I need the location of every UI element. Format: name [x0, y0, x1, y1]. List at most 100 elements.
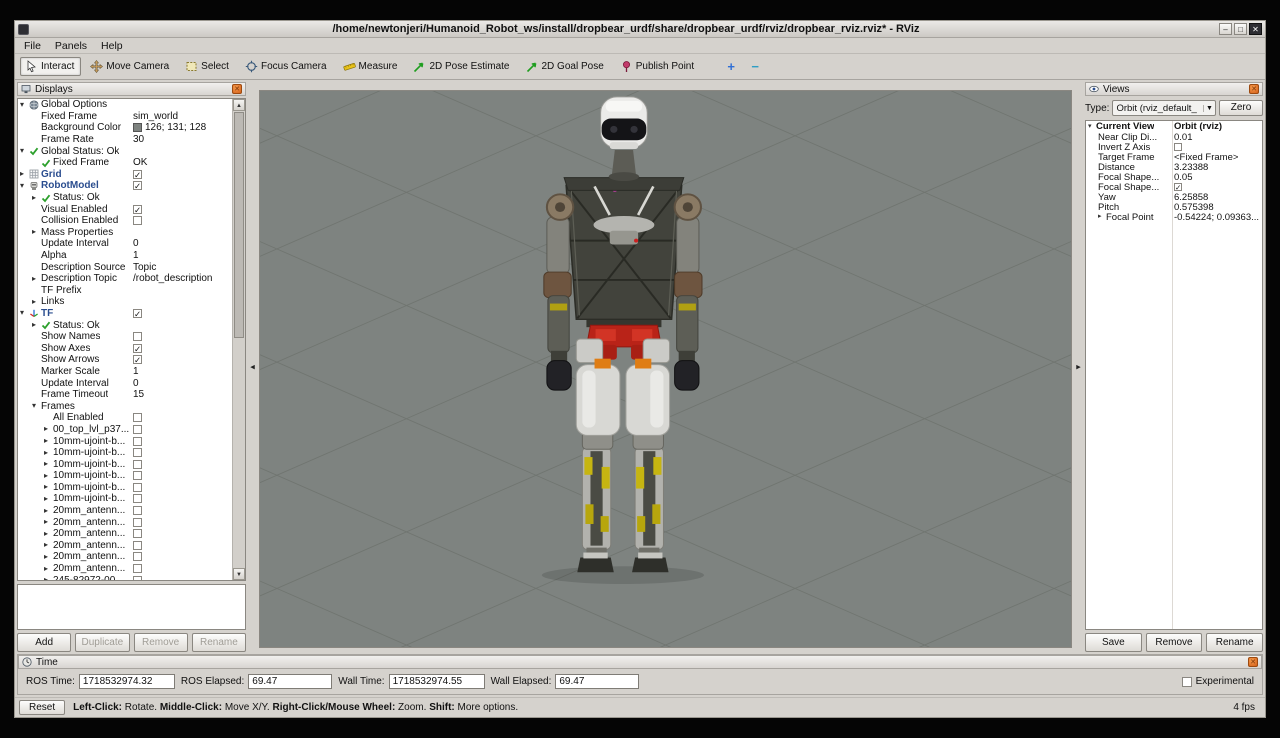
property-value[interactable]: 126; 131; 128	[133, 122, 231, 133]
property-value[interactable]	[133, 483, 231, 492]
views-table-row[interactable]: Invert Z Axis	[1086, 142, 1262, 152]
displays-tree-row[interactable]: ▸Links	[18, 296, 232, 308]
experimental-toggle[interactable]: Experimental	[1182, 676, 1254, 687]
titlebar[interactable]: /home/newtonjeri/Humanoid_Robot_ws/insta…	[15, 21, 1265, 38]
property-value[interactable]	[133, 437, 231, 446]
view-property-value[interactable]: -0.54224; 0.09363...	[1174, 212, 1261, 223]
checkbox-unchecked[interactable]	[133, 332, 142, 341]
expand-arrow-icon[interactable]: ▸	[32, 193, 41, 203]
zero-button[interactable]: Zero	[1219, 100, 1263, 116]
displays-tree-row[interactable]: ▸20mm_antenn...	[18, 528, 232, 540]
collapse-arrow-icon[interactable]: ▾	[32, 401, 41, 411]
checkbox-unchecked[interactable]	[133, 471, 142, 480]
displays-tree-row[interactable]: Alpha1	[18, 250, 232, 262]
displays-tree-row[interactable]: Show Names	[18, 331, 232, 343]
displays-panel-header[interactable]: Displays ✕	[17, 82, 246, 96]
menu-help[interactable]: Help	[94, 39, 130, 53]
view-property-value[interactable]: 0.05	[1174, 172, 1261, 183]
displays-tree-row[interactable]: ▸00_top_lvl_p37...	[18, 424, 232, 436]
property-value[interactable]: /robot_description	[133, 273, 231, 284]
displays-tree-row[interactable]: Collision Enabled	[18, 215, 232, 227]
displays-close-icon[interactable]: ✕	[232, 84, 242, 94]
collapse-right-icon[interactable]: ▸	[1076, 362, 1081, 373]
checkbox-unchecked[interactable]	[133, 518, 142, 527]
checkbox-unchecked[interactable]	[133, 216, 142, 225]
scroll-down-icon[interactable]: ▼	[233, 568, 245, 580]
checkbox-checked[interactable]: ✓	[133, 355, 142, 364]
expand-arrow-icon[interactable]: ▸	[20, 169, 29, 179]
tool-measure[interactable]: Measure	[338, 57, 405, 76]
collapse-arrow-icon[interactable]: ▾	[20, 181, 29, 191]
property-value[interactable]: ✓	[133, 205, 231, 214]
views-table-row[interactable]: Distance3.23388	[1086, 162, 1262, 172]
menu-file[interactable]: File	[17, 39, 48, 53]
property-value[interactable]	[133, 425, 231, 434]
property-value[interactable]: 30	[133, 134, 231, 145]
time-close-icon[interactable]: ✕	[1248, 657, 1258, 667]
property-value[interactable]: 15	[133, 389, 231, 400]
remove-tool-button[interactable]: −	[745, 59, 765, 74]
displays-tree-row[interactable]: Frame Rate30	[18, 134, 232, 146]
views-table-row[interactable]: Near Clip Di...0.01	[1086, 132, 1262, 142]
views-table-row[interactable]: Yaw6.25858	[1086, 192, 1262, 202]
color-swatch[interactable]	[133, 123, 142, 132]
displays-tree-row[interactable]: ▾Frames	[18, 400, 232, 412]
displays-tree-row[interactable]: ▸20mm_antenn...	[18, 505, 232, 517]
expand-arrow-icon[interactable]: ▸	[44, 482, 53, 492]
displays-add-button[interactable]: Add	[17, 633, 71, 652]
expand-arrow-icon[interactable]: ▸	[44, 552, 53, 562]
menu-panels[interactable]: Panels	[48, 39, 94, 53]
expand-arrow-icon[interactable]: ▸	[44, 564, 53, 574]
expand-arrow-icon[interactable]: ▸	[44, 506, 53, 516]
displays-tree-row[interactable]: Fixed FrameOK	[18, 157, 232, 169]
property-value[interactable]	[133, 413, 231, 422]
expand-arrow-icon[interactable]: ▸	[44, 436, 53, 446]
property-value[interactable]: 1	[133, 250, 231, 261]
property-value[interactable]	[133, 518, 231, 527]
property-value[interactable]	[133, 494, 231, 503]
expand-arrow-icon[interactable]: ▸	[44, 424, 53, 434]
3d-viewport[interactable]	[259, 90, 1072, 648]
property-value[interactable]	[133, 216, 231, 225]
displays-tree-row[interactable]: ▾TF✓	[18, 308, 232, 320]
current-view-row[interactable]: ▾ Current View Orbit (rviz)	[1086, 121, 1262, 132]
displays-tree-row[interactable]: Frame Timeout15	[18, 389, 232, 401]
property-value[interactable]: ✓	[133, 170, 231, 179]
property-value[interactable]: ✓	[133, 355, 231, 364]
views-panel-header[interactable]: Views ✕	[1085, 82, 1263, 96]
displays-tree-row[interactable]: ▸10mm-ujoint-b...	[18, 435, 232, 447]
tool-interact[interactable]: Interact	[20, 57, 81, 76]
checkbox-checked[interactable]: ✓	[133, 344, 142, 353]
property-value[interactable]	[133, 332, 231, 341]
property-value[interactable]: 0	[133, 238, 231, 249]
displays-tree-row[interactable]: Background Color126; 131; 128	[18, 122, 232, 134]
tool-2d-goal-pose[interactable]: 2D Goal Pose	[521, 57, 611, 76]
displays-tree-row[interactable]: ▸20mm_antenn...	[18, 540, 232, 552]
expand-arrow-icon[interactable]: ▸	[44, 540, 53, 550]
displays-tree-row[interactable]: ▸Mass Properties	[18, 227, 232, 239]
displays-tree-row[interactable]: ▸20mm_antenn...	[18, 516, 232, 528]
displays-tree-row[interactable]: ▾Global Status: Ok	[18, 145, 232, 157]
time-panel-header[interactable]: Time ✕	[18, 655, 1262, 669]
tool-focus-camera[interactable]: Focus Camera	[240, 57, 334, 76]
views-rename-button[interactable]: Rename	[1206, 633, 1263, 652]
scroll-up-icon[interactable]: ▲	[233, 99, 245, 111]
property-value[interactable]: ✓	[133, 344, 231, 353]
view-property-value[interactable]	[1174, 143, 1261, 151]
displays-tree-row[interactable]: Description SourceTopic	[18, 261, 232, 273]
displays-tree-row[interactable]: ▸Grid✓	[18, 169, 232, 181]
displays-tree-row[interactable]: TF Prefix	[18, 285, 232, 297]
expand-arrow-icon[interactable]: ▸	[44, 448, 53, 458]
checkbox-unchecked[interactable]	[133, 541, 142, 550]
checkbox-checked[interactable]: ✓	[133, 170, 142, 179]
checkbox-checked[interactable]: ✓	[1174, 183, 1182, 191]
add-tool-button[interactable]: +	[721, 59, 741, 74]
time-field-input[interactable]: 1718532974.55	[389, 674, 485, 689]
expand-arrow-icon[interactable]: ▸	[32, 320, 41, 330]
property-value[interactable]: sim_world	[133, 111, 231, 122]
checkbox-unchecked[interactable]	[133, 494, 142, 503]
property-value[interactable]: 0	[133, 378, 231, 389]
checkbox-unchecked[interactable]	[133, 506, 142, 515]
property-value[interactable]	[133, 471, 231, 480]
collapse-arrow-icon[interactable]: ▾	[20, 146, 29, 156]
